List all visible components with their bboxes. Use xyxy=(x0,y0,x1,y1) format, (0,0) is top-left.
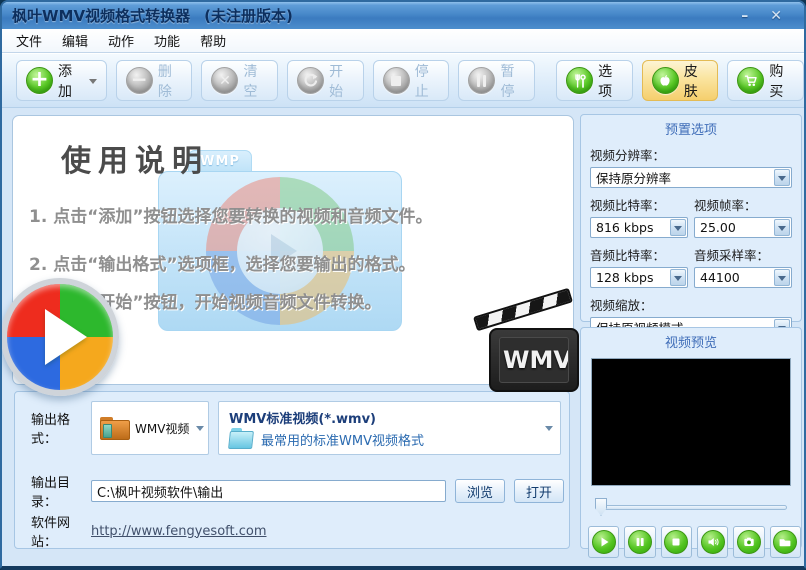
audio-bitrate-select[interactable]: 128 kbps xyxy=(590,267,688,288)
pause-icon xyxy=(468,67,496,94)
website-label: 软件网站： xyxy=(31,516,71,550)
preview-screen xyxy=(591,358,791,486)
instructions-panel: WMP 使用说明 1. 点击“添加”按钮选择您要转换的视频和音频文件。 2. 点… xyxy=(2,115,579,396)
folder-icon xyxy=(773,530,798,554)
buy-button[interactable]: 购买 xyxy=(727,60,804,101)
browse-button[interactable]: 浏览 xyxy=(455,479,505,503)
menubar: 文件 编辑 动作 功能 帮助 xyxy=(2,29,804,53)
add-button[interactable]: + 添加 xyxy=(16,60,107,101)
format-profile-select[interactable]: WMV标准视频(*.wmv) 最常用的标准WMV视频格式 xyxy=(218,401,561,455)
output-dir-input[interactable] xyxy=(91,480,446,502)
window-title-suffix: (未注册版本) xyxy=(204,7,293,25)
preview-play-button[interactable] xyxy=(588,526,620,558)
pause-button[interactable]: 暂停 xyxy=(458,60,536,101)
stop-button[interactable]: 停止 xyxy=(372,60,450,101)
chevron-down-icon[interactable] xyxy=(670,219,686,236)
format-description: 最常用的标准WMV视频格式 xyxy=(261,434,424,449)
menu-edit[interactable]: 编辑 xyxy=(52,28,98,53)
preset-options-group: 预置选项 视频分辨率： 保持原分辨率 视频比特率： 816 kbps 视频帧率：… xyxy=(580,114,802,338)
add-icon: + xyxy=(26,67,53,94)
instruction-step-1: 1. 点击“添加”按钮选择您要转换的视频和音频文件。 xyxy=(29,207,433,227)
open-button[interactable]: 打开 xyxy=(514,479,564,503)
output-dir-label: 输出目录： xyxy=(31,476,71,510)
camera-icon xyxy=(736,530,761,554)
add-dropdown-caret-icon xyxy=(88,78,97,88)
wmp-player-logo-icon xyxy=(2,278,119,396)
apple-skin-icon xyxy=(651,67,679,94)
app-window: 枫叶WMV视频格式转换器 (未注册版本) – ✕ 文件 编辑 动作 功能 帮助 … xyxy=(0,0,806,570)
resolution-label: 视频分辨率： xyxy=(590,148,666,163)
output-group: 输出格式： WMV视频 WMV标准视频(*.wmv) 最常用的标准WMV视频格式… xyxy=(14,391,570,550)
menu-help[interactable]: 帮助 xyxy=(190,28,236,53)
slider-thumb[interactable] xyxy=(595,498,607,516)
chevron-down-icon[interactable] xyxy=(774,269,790,286)
output-format-label: 输出格式： xyxy=(31,413,71,447)
chevron-down-icon[interactable] xyxy=(670,269,686,286)
delete-button[interactable]: − 删除 xyxy=(115,60,193,101)
options-tools-icon xyxy=(566,67,594,94)
menu-file[interactable]: 文件 xyxy=(6,28,52,53)
delete-icon: − xyxy=(125,67,153,94)
menu-function[interactable]: 功能 xyxy=(144,28,190,53)
video-preview-group: 视频预览 xyxy=(580,327,802,558)
minimize-button[interactable]: – xyxy=(741,9,748,23)
titlebar: 枫叶WMV视频格式转换器 (未注册版本) – ✕ xyxy=(2,2,804,29)
audio-bitrate-label: 音频比特率： xyxy=(590,248,666,263)
framerate-label: 视频帧率： xyxy=(694,198,757,213)
chevron-down-icon xyxy=(545,426,553,435)
skin-button[interactable]: 皮肤 xyxy=(641,60,719,101)
chevron-down-icon xyxy=(196,426,204,435)
start-icon xyxy=(297,67,325,94)
seek-slider[interactable] xyxy=(595,498,787,516)
video-scale-label: 视频缩放： xyxy=(590,298,653,313)
orange-folder-icon xyxy=(100,416,130,440)
video-preview-title: 视频预览 xyxy=(664,336,717,351)
preview-stop-button[interactable] xyxy=(660,526,692,558)
clear-button[interactable]: ✕ 清空 xyxy=(201,60,279,101)
stop-icon xyxy=(664,530,689,554)
website-link[interactable]: http://www.fengyesoft.com xyxy=(91,524,267,539)
resolution-select[interactable]: 保持原分辨率 xyxy=(590,167,792,188)
sample-rate-select[interactable]: 44100 xyxy=(694,267,792,288)
format-name: WMV标准视频(*.wmv) xyxy=(229,412,376,427)
cyan-folder-icon xyxy=(228,430,254,449)
close-button[interactable]: ✕ xyxy=(770,9,782,23)
start-button[interactable]: 开始 xyxy=(287,60,364,101)
chevron-down-icon[interactable] xyxy=(774,219,790,236)
preview-volume-button[interactable] xyxy=(696,526,729,558)
instruction-step-2: 2. 点击“输出格式”选项框，选择您要输出的格式。 xyxy=(29,255,416,275)
preview-pause-button[interactable] xyxy=(624,526,656,558)
preset-options-title: 预置选项 xyxy=(664,123,717,138)
framerate-select[interactable]: 25.00 xyxy=(694,217,792,238)
pause-icon xyxy=(627,530,652,554)
shopping-cart-icon xyxy=(737,67,765,94)
preview-folder-button[interactable] xyxy=(769,526,801,558)
preview-controls xyxy=(581,516,801,558)
toolbar: + 添加 − 删除 ✕ 清空 开始 停止 暂停 选项 皮肤 购买 xyxy=(2,53,804,108)
chevron-down-icon[interactable] xyxy=(774,169,790,186)
menu-action[interactable]: 动作 xyxy=(98,28,144,53)
video-bitrate-label: 视频比特率： xyxy=(590,198,666,213)
window-controls: – ✕ xyxy=(741,9,794,23)
wmv-clapperboard-graphic: WMV xyxy=(472,287,579,392)
slider-track[interactable] xyxy=(595,505,787,510)
options-button[interactable]: 选项 xyxy=(556,60,633,101)
preview-snapshot-button[interactable] xyxy=(733,526,765,558)
stop-icon xyxy=(382,67,410,94)
wmv-sign-text: WMV xyxy=(503,346,569,374)
window-title: 枫叶WMV视频格式转换器 xyxy=(12,7,191,25)
video-bitrate-select[interactable]: 816 kbps xyxy=(590,217,688,238)
usage-heading: 使用说明 xyxy=(61,144,209,179)
sample-rate-label: 音频采样率： xyxy=(694,248,770,263)
play-icon xyxy=(591,530,616,554)
format-category-select[interactable]: WMV视频 xyxy=(91,401,209,455)
speaker-icon xyxy=(700,530,725,554)
clear-icon: ✕ xyxy=(211,67,239,94)
clapper-stripes-icon xyxy=(472,287,574,332)
